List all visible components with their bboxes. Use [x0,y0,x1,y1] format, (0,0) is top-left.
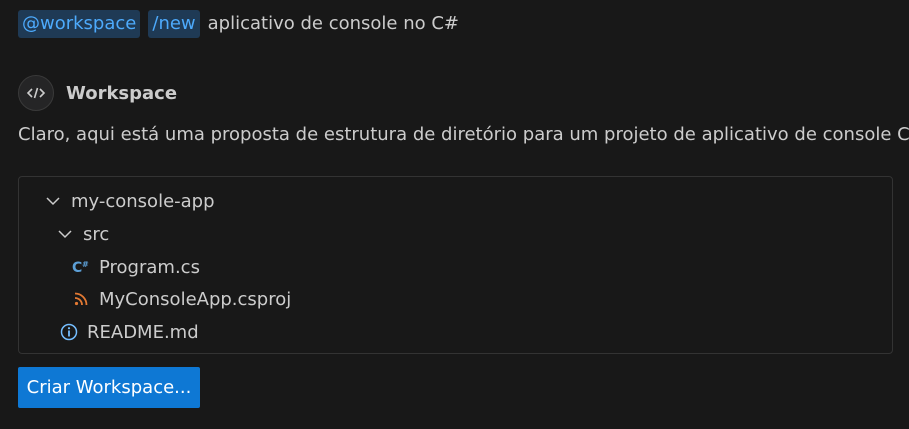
query-text: aplicativo de console no C# [207,13,460,34]
folder-label: my-console-app [71,190,215,212]
file-tree: my-console-app src C # Program.cs MyCons… [18,176,893,354]
create-workspace-button[interactable]: Criar Workspace... [18,367,200,408]
tree-item-src[interactable]: src [55,220,109,248]
agent-name: Workspace [66,82,178,104]
tree-item-my-console-app[interactable]: my-console-app [43,187,215,215]
rss-icon [71,289,91,309]
svg-text:#: # [82,260,89,269]
chevron-down-icon [43,191,63,211]
folder-label: src [83,223,110,245]
file-label: Program.cs [99,256,200,278]
chat-panel: @workspace /new aplicativo de console no… [0,0,909,429]
tree-item-readme[interactable]: README.md [59,318,199,346]
response-header: Workspace [18,75,177,111]
chevron-down-icon [55,224,75,244]
user-query: @workspace /new aplicativo de console no… [18,10,459,38]
agent-chip[interactable]: @workspace [18,10,141,38]
tree-item-csproj[interactable]: MyConsoleApp.csproj [71,285,291,313]
info-icon [59,322,79,342]
tree-item-program-cs[interactable]: C # Program.cs [71,253,200,281]
code-icon [18,75,54,111]
file-label: README.md [87,321,199,343]
csharp-icon: C # [71,257,91,277]
svg-text:C: C [72,260,82,276]
command-chip[interactable]: /new [148,10,200,38]
response-description: Claro, aqui está uma proposta de estrutu… [18,124,909,145]
file-label: MyConsoleApp.csproj [99,288,292,310]
